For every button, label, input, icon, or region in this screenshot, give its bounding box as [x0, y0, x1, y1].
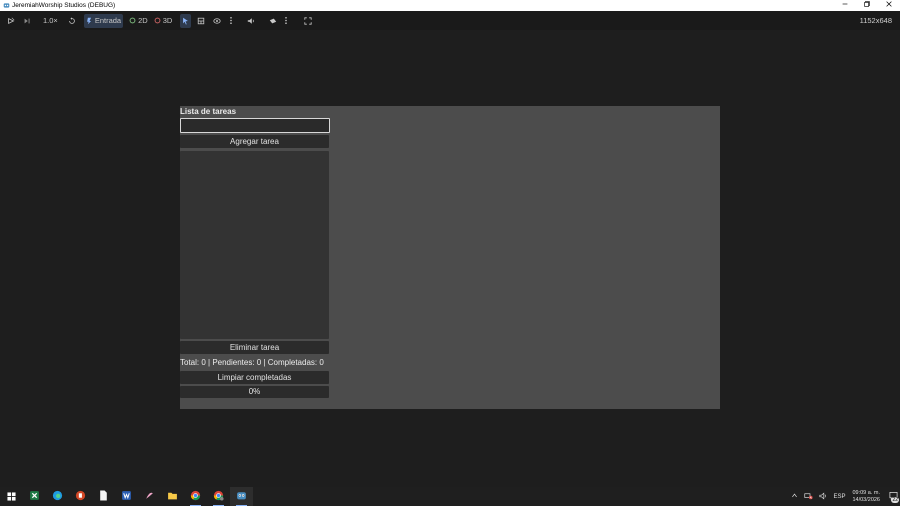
task-input[interactable] — [180, 118, 330, 133]
windows-taskbar: ESP 09:09 a. m. 14/03/2026 22 — [0, 487, 900, 506]
resolution-readout: 1152x648 — [859, 16, 892, 25]
taskbar-clock[interactable]: 09:09 a. m. 14/03/2026 — [852, 490, 880, 504]
progress-bar: 0% — [180, 386, 329, 398]
todo-title: Lista de tareas — [180, 107, 237, 116]
input-mode-label: Entrada — [94, 16, 122, 25]
taskbar-paint[interactable] — [138, 487, 161, 506]
window-title: JeremiahWorship Studios (DEBUG) — [12, 2, 116, 9]
mute-audio-button[interactable] — [245, 14, 257, 28]
maximize-button[interactable] — [856, 0, 878, 11]
taskbar-godot[interactable] — [230, 487, 253, 506]
paint-icon — [144, 488, 155, 506]
more-options-button[interactable] — [227, 14, 235, 28]
step-frame-button[interactable] — [21, 14, 33, 28]
taskbar-file-explorer[interactable] — [161, 487, 184, 506]
fullscreen-button[interactable] — [302, 14, 314, 28]
chevron-up-icon — [791, 492, 798, 501]
mode-2d-button[interactable]: 2D — [127, 14, 150, 28]
camera-override-button[interactable] — [267, 14, 279, 28]
app-logo-icon — [2, 2, 10, 10]
chrome-icon — [213, 488, 224, 506]
minimize-button[interactable] — [834, 0, 856, 11]
camera-icon — [269, 17, 277, 25]
edge-icon — [52, 488, 63, 506]
language-indicator[interactable]: ESP — [833, 494, 845, 500]
select-icon — [182, 17, 189, 25]
task-stats: Total: 0 | Pendientes: 0 | Completadas: … — [180, 358, 324, 367]
clock-time: 09:09 a. m. — [852, 489, 880, 496]
input-mode-button[interactable]: Entrada — [83, 13, 124, 28]
progress-label: 0% — [248, 387, 261, 396]
notification-count: 22 — [891, 497, 899, 503]
node-3d-icon — [154, 17, 161, 24]
start-button[interactable] — [0, 487, 23, 506]
chrome-icon — [190, 488, 201, 506]
debug-toolbar: 1.0× Entrada 2D 3D 1152x648 — [0, 11, 900, 30]
list-button[interactable] — [195, 14, 207, 28]
add-task-button[interactable]: Agregar tarea — [180, 135, 329, 148]
notification-center-button[interactable]: 22 — [886, 487, 900, 506]
taskbar-file[interactable] — [92, 487, 115, 506]
word-icon — [121, 488, 132, 506]
close-button[interactable] — [878, 0, 900, 11]
taskbar-excel[interactable] — [23, 487, 46, 506]
input-icon — [86, 17, 93, 25]
camera-options-button[interactable] — [282, 14, 290, 28]
visibility-button[interactable] — [211, 14, 223, 28]
step-icon — [23, 17, 31, 25]
node-2d-icon — [129, 17, 136, 24]
godot-icon — [236, 488, 247, 506]
game-viewport: Lista de tareas Agregar tarea Eliminar t… — [0, 30, 900, 487]
reset-speed-button[interactable] — [66, 14, 78, 28]
speed-selector[interactable]: 1.0× — [41, 14, 60, 28]
taskbar-word[interactable] — [115, 487, 138, 506]
taskbar-edge[interactable] — [46, 487, 69, 506]
pause-icon — [7, 17, 15, 25]
task-list[interactable] — [180, 151, 329, 339]
windows-icon — [7, 488, 16, 506]
mode-2d-label: 2D — [138, 16, 148, 25]
audio-icon — [247, 17, 255, 25]
system-tray: ESP 09:09 a. m. 14/03/2026 22 — [788, 487, 900, 506]
show-hidden-icons-button[interactable] — [791, 492, 798, 501]
mode-3d-button[interactable]: 3D — [152, 14, 175, 28]
mode-3d-label: 3D — [162, 16, 173, 25]
excel-icon — [29, 488, 40, 506]
file-icon — [99, 488, 108, 506]
eye-icon — [213, 17, 221, 25]
volume-button[interactable] — [819, 492, 827, 502]
fullscreen-icon — [304, 16, 312, 25]
window-titlebar: JeremiahWorship Studios (DEBUG) — [0, 0, 900, 11]
game-canvas: Lista de tareas Agregar tarea Eliminar t… — [180, 106, 720, 409]
taskbar-powerpoint[interactable] — [69, 487, 92, 506]
delete-task-button[interactable]: Eliminar tarea — [180, 341, 329, 354]
network-warning-icon — [804, 492, 814, 502]
network-button[interactable] — [804, 492, 814, 502]
taskbar-chrome[interactable] — [184, 487, 207, 506]
folder-icon — [167, 488, 178, 506]
list-icon — [197, 17, 205, 25]
reset-icon — [68, 16, 76, 25]
pause-button[interactable] — [5, 14, 17, 28]
more-icon — [229, 16, 233, 25]
todo-panel: Lista de tareas Agregar tarea Eliminar t… — [180, 106, 330, 409]
more-icon — [284, 16, 288, 25]
speaker-icon — [819, 492, 827, 502]
taskbar-chrome-profile[interactable] — [207, 487, 230, 506]
clear-completed-button[interactable]: Limpiar completadas — [180, 371, 329, 384]
powerpoint-icon — [75, 488, 86, 506]
window-controls — [834, 0, 900, 11]
clock-date: 14/03/2026 — [852, 496, 880, 503]
select-tool-button[interactable] — [180, 13, 192, 28]
